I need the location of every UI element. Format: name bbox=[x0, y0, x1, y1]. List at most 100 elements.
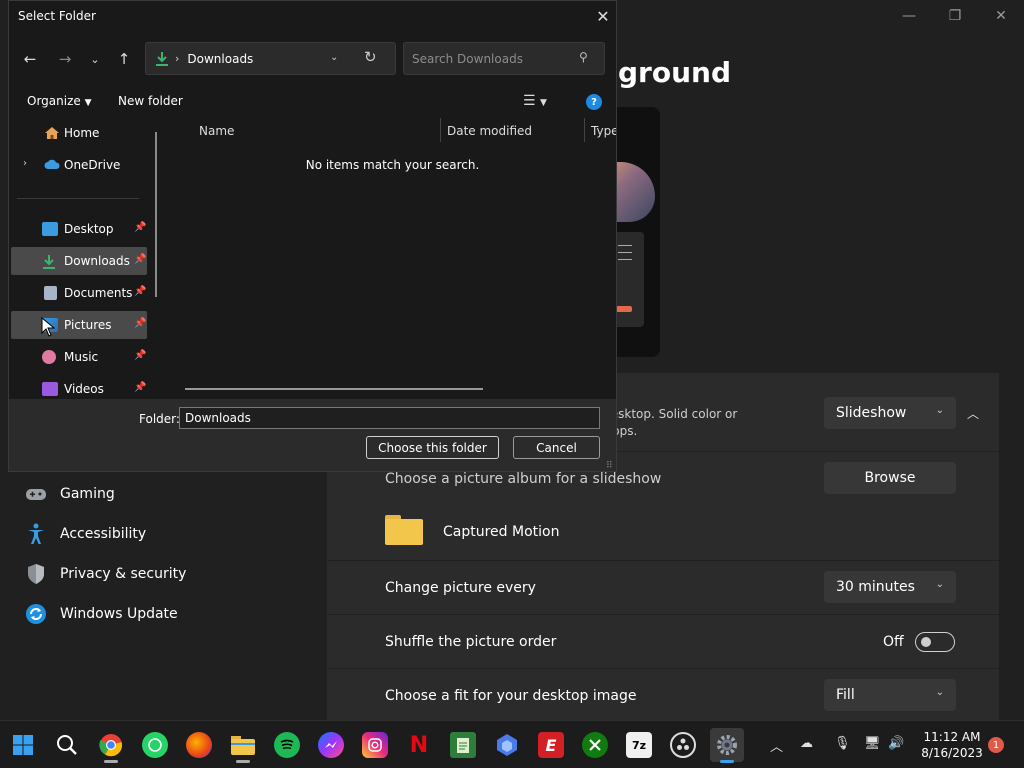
recent-locations-icon[interactable]: ⌄ bbox=[85, 49, 105, 69]
start-windows-icon[interactable] bbox=[10, 732, 36, 758]
search-icon[interactable]: ⚲ bbox=[579, 50, 588, 64]
7zip-icon[interactable]: 7z bbox=[626, 732, 652, 758]
pin-icon[interactable]: 📌 bbox=[134, 222, 146, 233]
nav-item-videos[interactable]: Videos 📌 bbox=[11, 375, 147, 398]
browse-button[interactable]: Browse bbox=[824, 462, 956, 494]
forward-arrow-icon[interactable]: → bbox=[55, 49, 75, 69]
whatsapp-icon[interactable] bbox=[142, 732, 168, 758]
page-title: ground bbox=[618, 56, 731, 89]
cancel-button[interactable]: Cancel bbox=[513, 436, 600, 459]
nav-scrollbar[interactable] bbox=[155, 132, 157, 297]
file-explorer-icon[interactable] bbox=[230, 732, 256, 758]
notepad-icon[interactable] bbox=[450, 732, 476, 758]
search-box: ⚲ bbox=[403, 42, 605, 75]
change-picture-card: Change picture every 30 minutes ⌄ bbox=[327, 561, 999, 614]
chevron-up-icon[interactable]: ︿ bbox=[967, 405, 979, 422]
mouse-cursor-icon bbox=[41, 316, 56, 337]
nav-item-downloads[interactable]: Downloads 📌 bbox=[11, 247, 147, 275]
chrome-icon[interactable] bbox=[98, 732, 124, 758]
onedrive-offline-icon[interactable]: ☁ bbox=[800, 736, 813, 751]
nav-item-music[interactable]: Music 📌 bbox=[11, 343, 147, 371]
chevron-down-icon: ⌄ bbox=[935, 405, 944, 416]
fit-value: Fill bbox=[836, 687, 855, 703]
minimize-icon[interactable]: — bbox=[894, 6, 924, 26]
volume-icon[interactable]: 🔊 bbox=[888, 736, 904, 751]
up-arrow-icon[interactable]: ↑ bbox=[114, 49, 134, 69]
background-type-value: Slideshow bbox=[836, 405, 907, 421]
dialog-footer: Folder: Choose this folder Cancel ⠿ bbox=[9, 399, 616, 471]
folder-name-input[interactable] bbox=[179, 407, 600, 429]
choose-folder-button[interactable]: Choose this folder bbox=[366, 436, 499, 459]
settings-gear-icon[interactable] bbox=[710, 728, 744, 762]
nav-item-documents[interactable]: Documents 📌 bbox=[11, 279, 147, 307]
new-folder-button[interactable]: New folder bbox=[118, 94, 183, 108]
view-options-icon[interactable]: ☰ ▼ bbox=[523, 93, 547, 109]
active-indicator bbox=[104, 760, 118, 763]
close-icon[interactable]: ✕ bbox=[592, 5, 614, 27]
network-icon[interactable]: 🖥 bbox=[864, 736, 881, 751]
netflix-icon[interactable]: N bbox=[406, 732, 432, 758]
address-location: Downloads bbox=[187, 51, 254, 66]
address-bar[interactable]: › Downloads ⌄ ↻ bbox=[145, 42, 396, 75]
nav-item-label: Music bbox=[64, 350, 99, 364]
pin-icon[interactable]: 📌 bbox=[134, 318, 146, 329]
nav-item-label: OneDrive bbox=[64, 158, 121, 172]
chevron-down-icon: ⌄ bbox=[935, 579, 944, 590]
column-separator[interactable] bbox=[440, 118, 441, 142]
accessibility-icon bbox=[24, 522, 48, 546]
search-icon[interactable] bbox=[54, 732, 80, 758]
nav-item-gaming[interactable]: Gaming bbox=[24, 482, 115, 506]
nav-item-accessibility[interactable]: Accessibility bbox=[24, 522, 146, 546]
shuffle-state: Off bbox=[883, 634, 904, 650]
help-icon[interactable]: ? bbox=[586, 94, 602, 110]
espn-icon[interactable]: E bbox=[538, 732, 564, 758]
background-type-dropdown[interactable]: Slideshow ⌄ bbox=[824, 397, 956, 429]
dialog-title: Select Folder bbox=[18, 9, 96, 23]
xbox-icon[interactable] bbox=[582, 732, 608, 758]
music-icon bbox=[42, 350, 56, 364]
back-arrow-icon[interactable]: ← bbox=[20, 49, 40, 69]
column-header-date[interactable]: Date modified bbox=[447, 124, 532, 138]
organize-menu[interactable]: Organize ▼ bbox=[27, 94, 92, 108]
pin-icon[interactable]: 📌 bbox=[134, 382, 146, 393]
select-folder-dialog: Select Folder ✕ ← → ⌄ ↑ › Downloads ⌄ ↻ … bbox=[8, 0, 617, 472]
restore-icon[interactable]: ❐ bbox=[940, 6, 970, 26]
shuffle-toggle[interactable] bbox=[915, 632, 955, 652]
pin-icon[interactable]: 📌 bbox=[134, 254, 146, 265]
search-input[interactable] bbox=[412, 50, 572, 68]
column-header-name[interactable]: Name bbox=[199, 124, 234, 138]
clock[interactable]: 11:12 AM 8/16/2023 bbox=[914, 729, 990, 761]
close-icon[interactable]: ✕ bbox=[986, 6, 1016, 26]
nav-item-label: Gaming bbox=[60, 486, 115, 502]
spotify-icon[interactable] bbox=[274, 732, 300, 758]
resize-grip-icon[interactable]: ⠿ bbox=[606, 461, 613, 471]
refresh-icon bbox=[24, 602, 48, 626]
nav-item-home[interactable]: Home bbox=[11, 119, 147, 147]
horizontal-scrollbar[interactable] bbox=[185, 388, 483, 390]
nav-item-pictures[interactable]: Pictures 📌 bbox=[11, 311, 147, 339]
pin-icon[interactable]: 📌 bbox=[134, 286, 146, 297]
obs-icon[interactable] bbox=[670, 732, 696, 758]
nav-item-windows-update[interactable]: Windows Update bbox=[24, 602, 178, 626]
fit-dropdown[interactable]: Fill ⌄ bbox=[824, 679, 956, 711]
nav-item-label: Downloads bbox=[64, 254, 130, 268]
refresh-icon[interactable]: ↻ bbox=[364, 48, 377, 66]
nav-item-desktop[interactable]: Desktop 📌 bbox=[11, 215, 147, 243]
pin-icon[interactable]: 📌 bbox=[134, 350, 146, 361]
chevron-down-icon[interactable]: ⌄ bbox=[330, 52, 338, 63]
firefox-icon[interactable] bbox=[186, 732, 212, 758]
instagram-icon[interactable] bbox=[362, 732, 388, 758]
show-hidden-icons-chevron-up-icon[interactable]: ︿ bbox=[770, 736, 783, 755]
clock-date: 8/16/2023 bbox=[921, 746, 983, 760]
column-separator[interactable] bbox=[584, 118, 585, 142]
notification-badge[interactable]: 1 bbox=[988, 737, 1004, 753]
nav-item-onedrive[interactable]: › OneDrive bbox=[11, 151, 147, 179]
column-header-type[interactable]: Type bbox=[591, 124, 616, 138]
microphone-icon[interactable]: 🎙 bbox=[834, 736, 851, 751]
nav-item-privacy[interactable]: Privacy & security bbox=[24, 562, 186, 586]
chevron-right-icon[interactable]: › bbox=[23, 158, 27, 169]
photos-app-icon[interactable] bbox=[494, 732, 520, 758]
messenger-icon[interactable] bbox=[318, 732, 344, 758]
document-icon bbox=[44, 286, 57, 300]
change-interval-dropdown[interactable]: 30 minutes ⌄ bbox=[824, 571, 956, 603]
